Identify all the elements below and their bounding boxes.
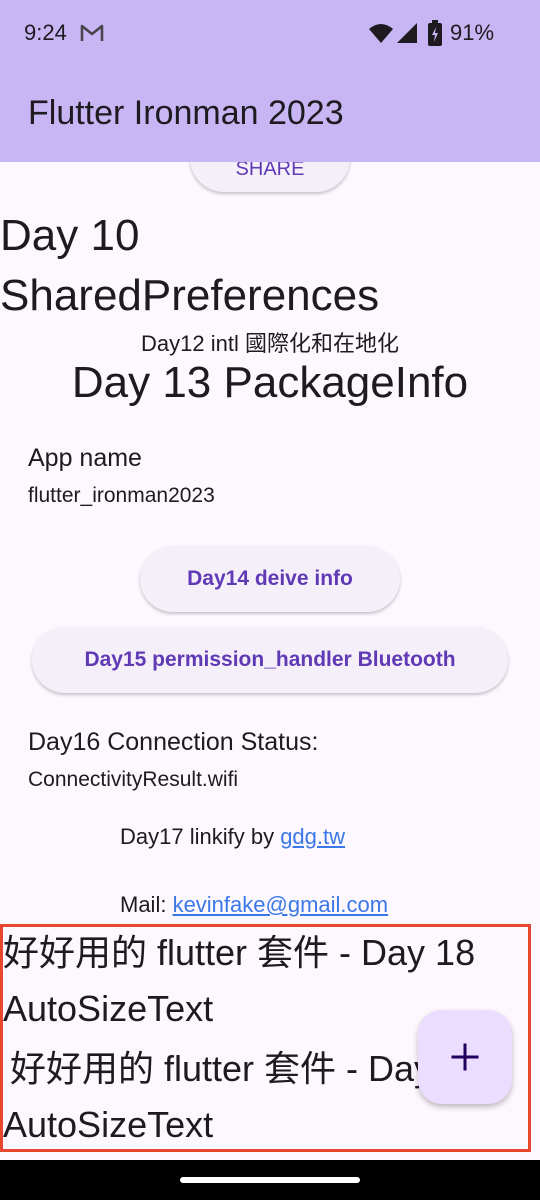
- mail-prefix: Mail:: [120, 892, 173, 917]
- day15-permission-button[interactable]: Day15 permission_handler Bluetooth: [32, 627, 508, 693]
- day13-title: Day 13 PackageInfo: [71, 358, 469, 407]
- auto-size-text-2: 好好用的 flutter 套件 - Day 18 AutoSizeText: [3, 1041, 483, 1153]
- battery-percent: 91%: [450, 20, 495, 45]
- add-icon: [451, 1043, 479, 1071]
- day10-line1: Day 10: [0, 211, 140, 260]
- status-bar: 9:24 91%: [0, 0, 540, 68]
- share-button[interactable]: SHARE: [190, 162, 350, 192]
- auto-size-text-2-line2: AutoSizeText: [3, 1104, 214, 1145]
- day14-device-info-button[interactable]: Day14 deive info: [140, 546, 400, 612]
- status-time: 9:24: [24, 20, 67, 45]
- gmail-icon: [80, 24, 104, 41]
- day12-intl-text: Day12 intl 國際化和在地化: [141, 331, 399, 356]
- app-name-label: App name: [28, 444, 142, 472]
- home-gesture-handle[interactable]: [180, 1177, 360, 1183]
- connection-status-value: ConnectivityResult.wifi: [28, 768, 239, 791]
- email-link[interactable]: kevinfake@gmail.com: [173, 892, 389, 917]
- add-fab-button[interactable]: [418, 1010, 512, 1104]
- scroll-content[interactable]: SHARE Day 10 SharedPreferences Day12 int…: [0, 162, 540, 1160]
- auto-size-text-1-line1: 好好用的 flutter 套件 - Day 18: [3, 932, 476, 973]
- auto-size-text-2-line1: 好好用的 flutter 套件 - Day 18: [10, 1048, 483, 1089]
- linkify-prefix: Day17 linkify by: [120, 824, 281, 849]
- cell-signal-icon: [397, 23, 417, 43]
- day10-line2: SharedPreferences: [0, 271, 380, 320]
- day10-heading: Day 10 SharedPreferences: [0, 206, 379, 326]
- connection-status-label: Day16 Connection Status:: [28, 728, 319, 756]
- app-name-value: flutter_ironman2023: [28, 484, 215, 507]
- auto-size-text-1: 好好用的 flutter 套件 - Day 18 AutoSizeText: [3, 925, 475, 1037]
- system-nav-bar: [0, 1160, 540, 1200]
- mail-text: Mail: kevinfake@gmail.com: [120, 892, 388, 918]
- wifi-icon: [369, 24, 393, 43]
- app-title: Flutter Ironman 2023: [28, 94, 344, 132]
- auto-size-text-1-line2: AutoSizeText: [3, 988, 214, 1029]
- linkify-text: Day17 linkify by gdg.tw: [120, 824, 345, 850]
- gdg-link[interactable]: gdg.tw: [280, 824, 345, 849]
- battery-icon: [428, 20, 442, 46]
- app-bar: Flutter Ironman 2023: [0, 68, 540, 162]
